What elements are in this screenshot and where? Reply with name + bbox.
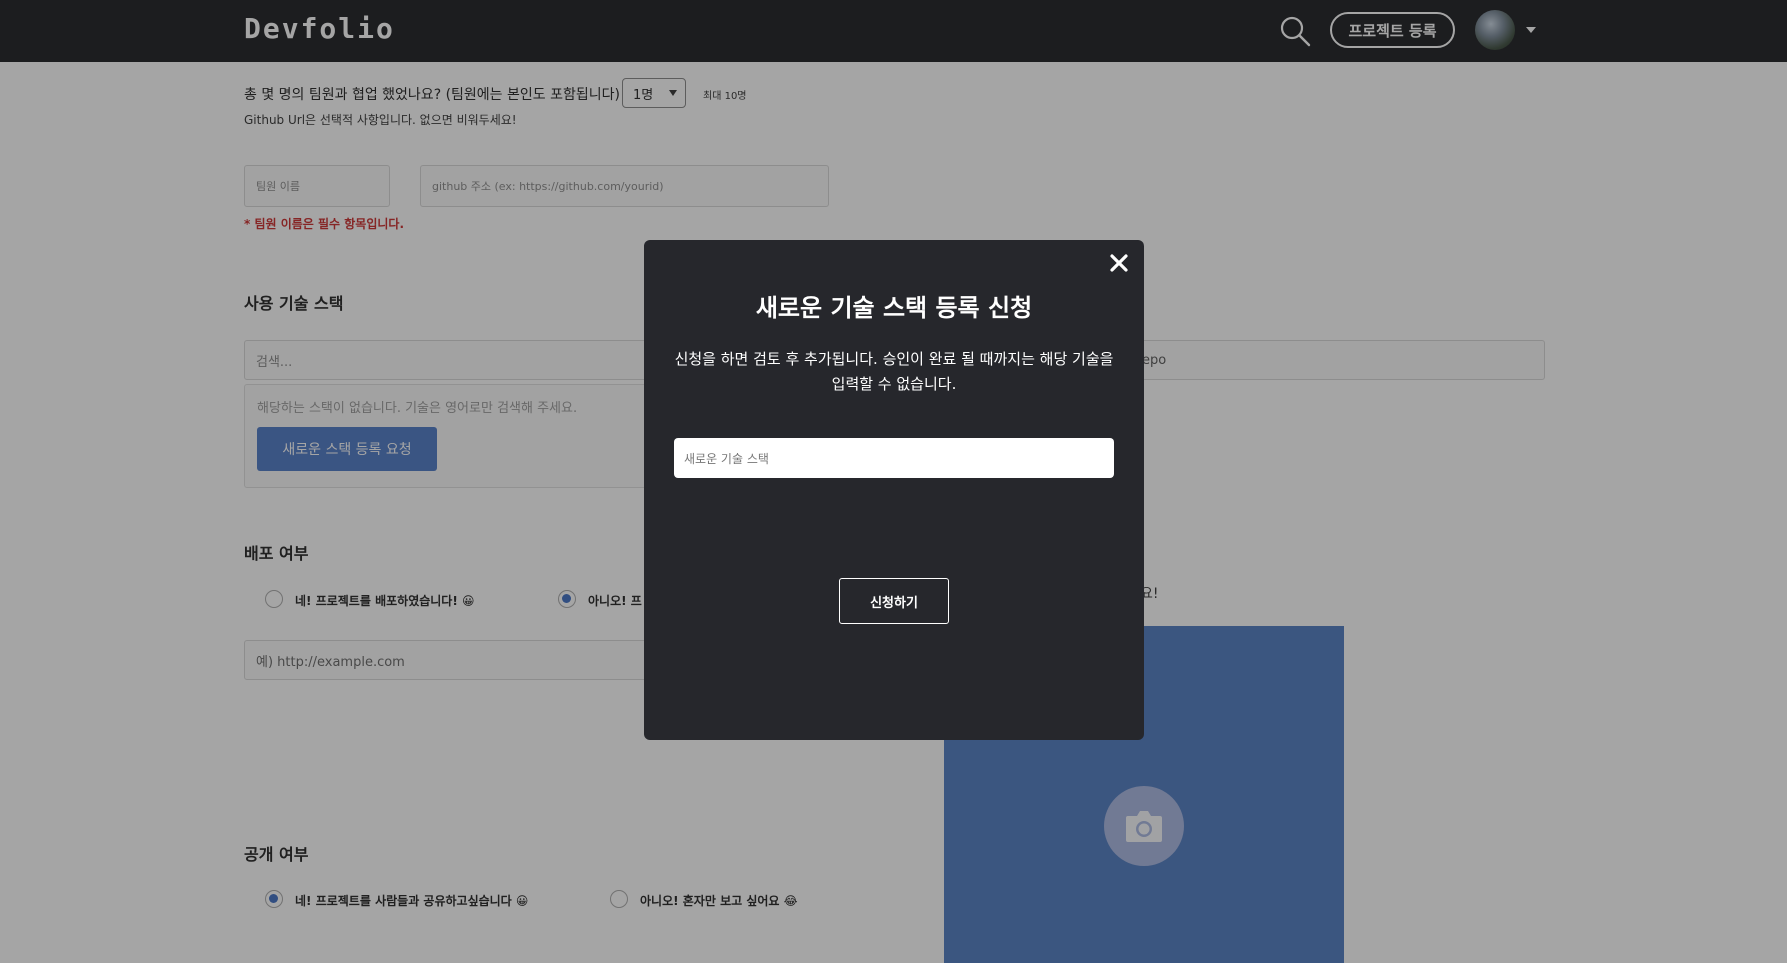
modal-description: 신청을 하면 검토 후 추가됩니다. 승인이 완료 될 때까지는 해당 기술을 … [674,350,1114,393]
new-stack-placeholder: 새로운 기술 스택 [684,451,769,466]
close-icon[interactable] [1110,254,1128,272]
new-stack-modal: 새로운 기술 스택 등록 신청 신청을 하면 검토 후 추가됩니다. 승인이 완… [644,240,1144,740]
new-stack-input[interactable]: 새로운 기술 스택 [674,438,1114,478]
modal-title: 새로운 기술 스택 등록 신청 [755,294,1033,322]
submit-button[interactable]: 신청하기 [839,578,949,624]
